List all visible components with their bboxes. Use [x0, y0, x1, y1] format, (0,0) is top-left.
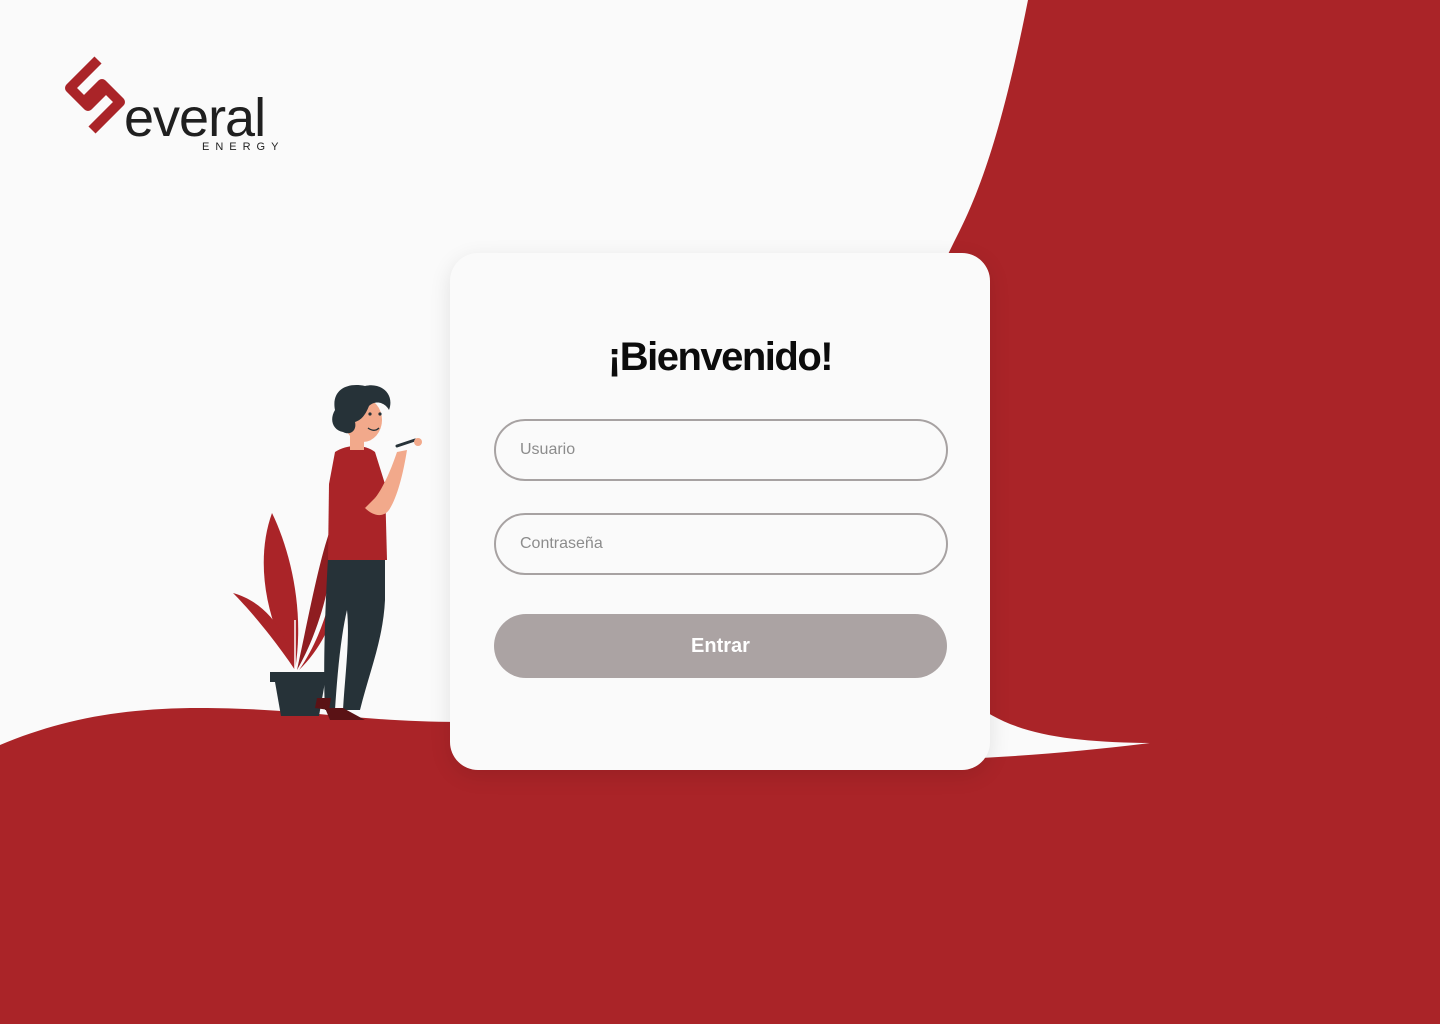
brand-name: everal	[124, 88, 265, 148]
person-with-plant-illustration	[225, 380, 445, 725]
page-title: ¡Bienvenido!	[607, 335, 834, 379]
login-button[interactable]: Entrar	[494, 614, 947, 678]
s-monogram-icon	[65, 56, 125, 134]
brand-tagline: ENERGY	[202, 141, 284, 153]
brand-logo[interactable]: everal ENERGY	[62, 54, 292, 154]
login-card: ¡Bienvenido! Entrar	[450, 253, 990, 770]
plant-icon	[233, 513, 339, 716]
username-input[interactable]	[494, 419, 948, 481]
person-figure	[315, 385, 422, 720]
password-input[interactable]	[494, 513, 948, 575]
